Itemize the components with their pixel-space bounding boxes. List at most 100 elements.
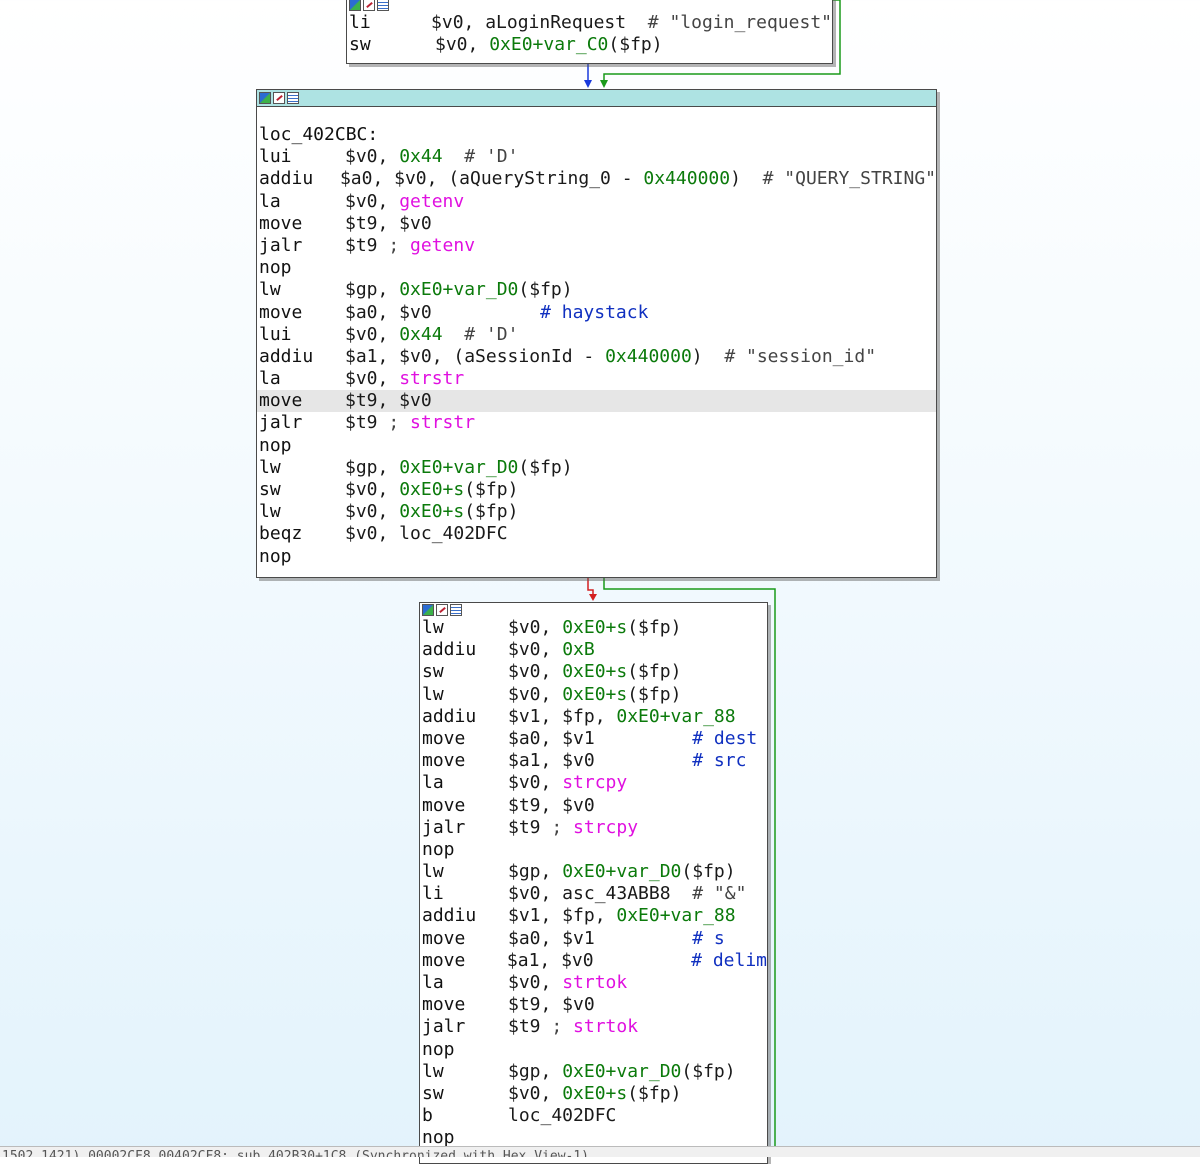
mnemonic: nop bbox=[422, 838, 455, 860]
code-line[interactable]: move $a0, $v1 # s bbox=[422, 928, 767, 950]
code-line[interactable]: la $v0, strstr bbox=[259, 368, 936, 390]
operand-token: $t9 bbox=[345, 234, 389, 256]
code-line[interactable]: b loc_402DFC bbox=[422, 1105, 767, 1127]
code-line[interactable]: li $v0, asc_43ABB8 # "&" bbox=[422, 883, 767, 905]
code-line[interactable]: la $v0, strcpy bbox=[422, 772, 767, 794]
code-label[interactable]: loc_402CBC: bbox=[259, 124, 936, 146]
graph-color-icon[interactable] bbox=[422, 604, 434, 616]
operand-token: $gp, bbox=[508, 1060, 563, 1082]
code-block-top[interactable]: li $v0, aLoginRequest # "login_request" sw… bbox=[346, 0, 833, 64]
code-line[interactable]: move $t9, $v0 bbox=[422, 994, 767, 1016]
operands: $a1, $v0 # src bbox=[508, 750, 746, 772]
operand-token[interactable]: getenv bbox=[410, 235, 475, 256]
operand-token: $gp, bbox=[345, 279, 400, 301]
mnemonic: la bbox=[422, 772, 444, 794]
code-line[interactable]: sw $v0, 0xE0+s($fp) bbox=[259, 479, 936, 501]
code-line[interactable]: lw $v0, 0xE0+s($fp) bbox=[422, 684, 767, 706]
code-line[interactable]: la $v0, getenv bbox=[259, 191, 936, 213]
mnemonic: jalr bbox=[259, 234, 303, 256]
operands: $v1, $fp, 0xE0+var_88 bbox=[508, 905, 736, 927]
code-line[interactable]: sw $v0, 0xE0+s($fp) bbox=[422, 661, 767, 683]
operand-token: 0xE0+var_D0 bbox=[562, 1060, 682, 1082]
mnemonic: nop bbox=[259, 257, 292, 279]
rename-icon[interactable] bbox=[363, 0, 375, 11]
code-line[interactable]: nop bbox=[422, 839, 767, 861]
code-line[interactable]: lw $gp, 0xE0+var_D0($fp) bbox=[422, 861, 767, 883]
operands: $t9, $v0 bbox=[508, 795, 595, 817]
operands: $v0, 0xE0+var_C0($fp) bbox=[435, 34, 663, 56]
list-icon[interactable] bbox=[450, 604, 462, 616]
operand-token: # s bbox=[692, 927, 725, 949]
code-line[interactable]: jalr $t9 ; strstr bbox=[259, 412, 936, 434]
code-line[interactable]: nop bbox=[259, 257, 936, 279]
operands: $t9, $v0 bbox=[345, 213, 432, 235]
code-line[interactable]: nop bbox=[259, 435, 936, 457]
mnemonic: addiu bbox=[422, 905, 477, 927]
list-icon[interactable] bbox=[287, 92, 299, 104]
operand-token[interactable]: strtok bbox=[573, 1016, 638, 1037]
mnemonic: move bbox=[259, 390, 303, 412]
code-line[interactable]: nop bbox=[259, 546, 936, 568]
mnemonic: lw bbox=[259, 279, 281, 301]
code-line[interactable]: la $v0, strtok bbox=[422, 972, 767, 994]
mnemonic: beqz bbox=[259, 523, 303, 545]
mnemonic: jalr bbox=[259, 412, 303, 434]
graph-color-icon[interactable] bbox=[349, 0, 361, 11]
operand-token[interactable]: strstr bbox=[399, 368, 464, 389]
code-line[interactable]: addiu $v1, $fp, 0xE0+var_88 bbox=[422, 905, 767, 927]
block-code: loc_402CBC: lui $v0, 0x44 # 'D' addiu $a0, $… bbox=[257, 124, 936, 568]
code-line[interactable]: move $t9, $v0 bbox=[257, 390, 936, 413]
operand-token: ($fp) bbox=[627, 617, 682, 638]
code-line[interactable]: addiu $v0, 0xB bbox=[422, 639, 767, 661]
code-line[interactable]: addiu $a0, $v0, (aQueryString_0 - 0x44000… bbox=[259, 168, 936, 190]
code-line[interactable]: move $t9, $v0 bbox=[422, 795, 767, 817]
code-line[interactable]: jalr $t9 ; strtok bbox=[422, 1016, 767, 1038]
operand-token: 0xE0+var_D0 bbox=[562, 861, 682, 883]
code-line[interactable]: jalr $t9 ; strcpy bbox=[422, 817, 767, 839]
code-line[interactable]: lw $gp, 0xE0+var_D0($fp) bbox=[422, 1061, 767, 1083]
code-line[interactable]: nop bbox=[422, 1039, 767, 1061]
code-line[interactable]: sw $v0, 0xE0+var_C0($fp) bbox=[349, 34, 832, 56]
code-block-loc-402cbc[interactable]: loc_402CBC: lui $v0, 0x44 # 'D' addiu $a0, $… bbox=[256, 89, 937, 578]
operand-token[interactable]: getenv bbox=[399, 191, 464, 212]
code-line[interactable]: sw $v0, 0xE0+s($fp) bbox=[422, 1083, 767, 1105]
operand-token[interactable]: strcpy bbox=[573, 817, 638, 838]
operand-token[interactable]: strcpy bbox=[562, 772, 627, 793]
code-line[interactable]: lw $gp, 0xE0+var_D0($fp) bbox=[259, 457, 936, 479]
edge-middle-to-bottom-red bbox=[587, 577, 594, 596]
code-line[interactable]: lw $gp, 0xE0+var_D0($fp) bbox=[259, 279, 936, 301]
code-block-bottom[interactable]: lw $v0, 0xE0+s($fp) addiu $v0, 0xB sw $v0, 0x… bbox=[419, 602, 768, 1164]
code-line[interactable]: li $v0, aLoginRequest # "login_request" bbox=[349, 12, 832, 34]
operand-token: $v0, bbox=[508, 772, 563, 794]
code-line[interactable]: move $t9, $v0 bbox=[259, 213, 936, 235]
operand-token: $v0, bbox=[508, 639, 563, 661]
operands: $a0, $v0 # haystack bbox=[345, 302, 648, 324]
graph-color-icon[interactable] bbox=[259, 92, 271, 104]
code-line[interactable]: addiu $a1, $v0, (aSessionId - 0x440000) #… bbox=[259, 346, 936, 368]
code-line[interactable]: move $a0, $v1 # dest bbox=[422, 728, 767, 750]
code-line[interactable]: beqz $v0, loc_402DFC bbox=[259, 523, 936, 545]
code-line[interactable]: lw $v0, 0xE0+s($fp) bbox=[422, 617, 767, 639]
code-line[interactable]: lui $v0, 0x44 # 'D' bbox=[259, 146, 936, 168]
operand-token: # dest bbox=[692, 727, 758, 749]
rename-icon[interactable] bbox=[273, 92, 285, 104]
operand-token: $a1, $v0 bbox=[506, 949, 692, 971]
code-line[interactable]: addiu $v1, $fp, 0xE0+var_88 bbox=[422, 706, 767, 728]
mnemonic: nop bbox=[259, 434, 292, 456]
operands: $v0, strcpy bbox=[508, 772, 627, 794]
code-line[interactable]: move $a1, $v0 # src bbox=[422, 750, 767, 772]
operand-token[interactable]: strstr bbox=[410, 412, 475, 433]
operand-token[interactable]: strtok bbox=[562, 972, 627, 993]
mnemonic: addiu bbox=[259, 168, 314, 190]
code-line[interactable]: move $a0, $v0 # haystack bbox=[259, 302, 936, 324]
operand-token: $a0, $v1 bbox=[508, 927, 693, 949]
mnemonic: addiu bbox=[422, 705, 477, 727]
list-icon[interactable] bbox=[377, 0, 389, 11]
mnemonic: lw bbox=[259, 501, 281, 523]
operand-token: $gp, bbox=[345, 456, 400, 478]
code-line[interactable]: lui $v0, 0x44 # 'D' bbox=[259, 324, 936, 346]
code-line[interactable]: lw $v0, 0xE0+s($fp) bbox=[259, 501, 936, 523]
rename-icon[interactable] bbox=[436, 604, 448, 616]
code-line[interactable]: move $a1, $v0 # delim bbox=[422, 950, 767, 972]
code-line[interactable]: jalr $t9 ; getenv bbox=[259, 235, 936, 257]
